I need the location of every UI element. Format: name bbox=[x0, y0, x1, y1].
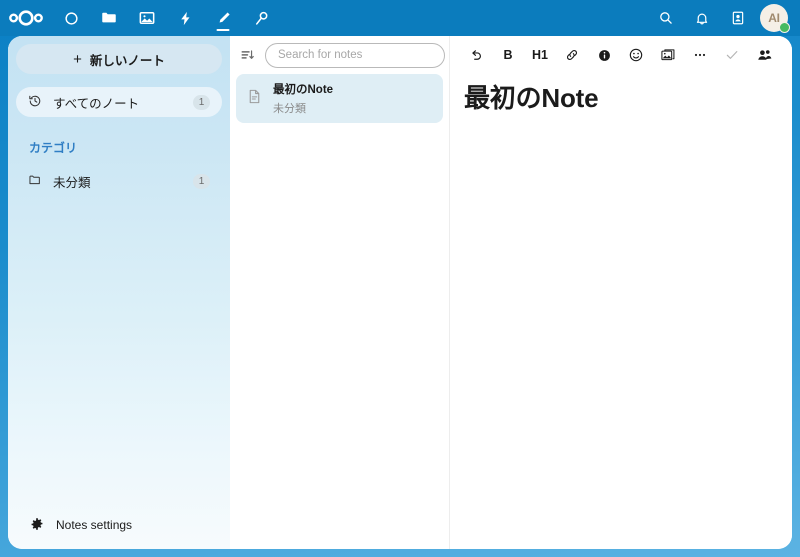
list-item-text: 最初のNote 未分類 bbox=[273, 81, 333, 116]
sort-order-icon[interactable] bbox=[236, 44, 258, 66]
sidebar-item-all-notes-label: すべてのノート bbox=[53, 96, 140, 111]
undo-icon[interactable] bbox=[460, 40, 492, 70]
gear-icon bbox=[30, 517, 44, 534]
activity-app-icon[interactable] bbox=[166, 0, 204, 36]
plus-icon: + bbox=[73, 50, 82, 68]
photos-app-icon[interactable] bbox=[128, 0, 166, 36]
notes-settings-button[interactable]: Notes settings bbox=[16, 509, 222, 541]
image-icon[interactable] bbox=[652, 40, 684, 70]
saved-check-icon[interactable] bbox=[716, 40, 748, 70]
share-people-icon[interactable] bbox=[748, 40, 780, 70]
info-icon[interactable] bbox=[588, 40, 620, 70]
note-document-icon bbox=[246, 88, 263, 110]
header-actions: AI bbox=[648, 0, 800, 36]
note-heading: 最初のNote bbox=[464, 83, 599, 113]
uncategorized-count: 1 bbox=[193, 173, 210, 189]
bold-button[interactable]: B bbox=[492, 40, 524, 70]
link-icon[interactable] bbox=[556, 40, 588, 70]
history-clock-icon bbox=[28, 94, 42, 111]
files-app-icon[interactable] bbox=[90, 0, 128, 36]
avatar[interactable]: AI bbox=[756, 0, 792, 36]
top-header-bar: AI bbox=[0, 0, 800, 36]
new-note-button[interactable]: + 新しいノート bbox=[16, 44, 222, 74]
sidebar-item-uncategorized-label: 未分類 bbox=[53, 175, 91, 190]
header-app-navigation bbox=[0, 0, 280, 36]
list-item-category: 未分類 bbox=[273, 103, 306, 115]
all-notes-count: 1 bbox=[193, 94, 210, 110]
notes-settings-label: Notes settings bbox=[56, 518, 133, 532]
app-navigation-sidebar: + 新しいノート すべてのノート 1 カテゴリ 未分類 1 Notes sett… bbox=[8, 36, 230, 549]
avatar-status-dot bbox=[779, 22, 790, 33]
note-editor-panel: B H1 最初のNote bbox=[450, 36, 792, 549]
notes-app-icon[interactable] bbox=[204, 0, 242, 36]
app-container: + 新しいノート すべてのノート 1 カテゴリ 未分類 1 Notes sett… bbox=[8, 36, 792, 549]
more-actions-icon[interactable] bbox=[684, 40, 716, 70]
note-content-area[interactable]: 最初のNote bbox=[450, 74, 792, 549]
nextcloud-logo[interactable] bbox=[0, 0, 52, 36]
editor-toolbar: B H1 bbox=[450, 36, 792, 74]
new-note-label: 新しいノート bbox=[89, 53, 165, 68]
sidebar-item-all-notes[interactable]: すべてのノート 1 bbox=[16, 87, 222, 117]
emoji-icon[interactable] bbox=[620, 40, 652, 70]
contacts-icon[interactable] bbox=[720, 0, 756, 36]
sidebar-item-uncategorized[interactable]: 未分類 1 bbox=[16, 166, 222, 196]
notes-list-toolbar bbox=[230, 36, 449, 74]
search-icon[interactable] bbox=[648, 0, 684, 36]
folder-icon bbox=[28, 173, 42, 190]
passwords-app-icon[interactable] bbox=[242, 0, 280, 36]
dashboard-app-icon[interactable] bbox=[52, 0, 90, 36]
category-section-heading: カテゴリ bbox=[29, 141, 78, 155]
search-input[interactable] bbox=[265, 42, 445, 68]
notes-list-panel: 最初のNote 未分類 bbox=[230, 36, 450, 549]
list-item-title: 最初のNote bbox=[273, 84, 334, 96]
list-item[interactable]: 最初のNote 未分類 bbox=[236, 74, 443, 123]
heading1-button[interactable]: H1 bbox=[524, 40, 556, 70]
notifications-bell-icon[interactable] bbox=[684, 0, 720, 36]
